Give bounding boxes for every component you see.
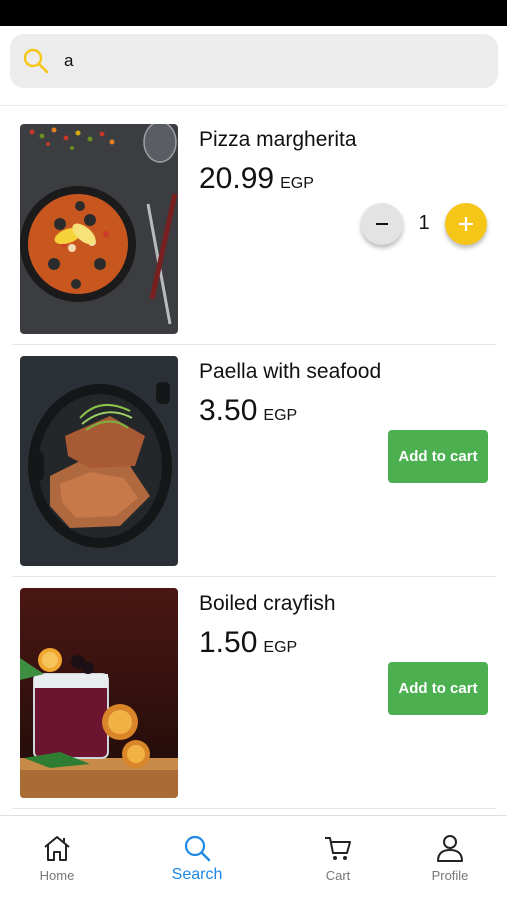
decrease-quantity-button[interactable]	[361, 203, 403, 245]
nav-cart-label: Cart	[325, 868, 351, 883]
quantity-value: 1	[418, 212, 430, 234]
add-to-cart-button[interactable]: Add to cart	[388, 662, 488, 715]
minus-icon	[376, 223, 388, 225]
item-name: Pizza margherita	[199, 128, 357, 151]
list-item: Boiled crayfish 1.50 EGP Add to cart	[0, 588, 507, 818]
item-price: 20.99	[199, 162, 275, 195]
nav-profile-label: Profile	[431, 868, 469, 883]
nav-search-label: Search	[171, 866, 223, 883]
profile-icon	[437, 835, 463, 862]
add-to-cart-button[interactable]: Add to cart	[388, 430, 488, 483]
nav-home-label: Home	[39, 868, 75, 883]
plus-icon	[459, 217, 473, 231]
item-currency: EGP	[263, 407, 298, 424]
quantity-stepper: 1	[361, 203, 489, 247]
search-icon	[184, 835, 211, 862]
nav-home[interactable]: Home	[7, 816, 107, 901]
nav-cart[interactable]: Cart	[288, 816, 388, 901]
search-icon	[22, 47, 50, 75]
search-input[interactable]	[62, 50, 466, 72]
search-bar[interactable]	[10, 34, 498, 88]
nav-search[interactable]: Search	[147, 816, 247, 901]
item-price-row: 20.99 EGP	[199, 162, 314, 196]
item-currency: EGP	[263, 639, 298, 656]
item-name: Boiled crayfish	[199, 592, 336, 615]
status-bar	[0, 0, 507, 26]
item-price: 1.50	[199, 626, 258, 659]
row-divider	[12, 808, 496, 809]
paella-with-seafood-image	[20, 356, 178, 566]
item-price: 3.50	[199, 394, 258, 427]
header-divider	[0, 105, 507, 106]
nav-profile[interactable]: Profile	[400, 816, 500, 901]
item-price-row: 1.50 EGP	[199, 626, 297, 660]
bottom-navigation: Home Search Cart Profile	[0, 815, 507, 901]
increase-quantity-button[interactable]	[445, 203, 487, 245]
list-item: Paella with seafood 3.50 EGP Add to cart	[0, 356, 507, 586]
item-price-row: 3.50 EGP	[199, 394, 297, 428]
row-divider	[12, 344, 496, 345]
cart-icon	[325, 837, 351, 860]
item-name: Paella with seafood	[199, 360, 382, 383]
boiled-crayfish-image	[20, 588, 178, 798]
item-currency: EGP	[280, 175, 314, 192]
home-icon	[44, 836, 70, 861]
list-item: Pizza margherita 20.99 EGP 1	[0, 124, 507, 354]
row-divider	[12, 576, 496, 577]
pizza-margherita-image	[20, 124, 178, 334]
